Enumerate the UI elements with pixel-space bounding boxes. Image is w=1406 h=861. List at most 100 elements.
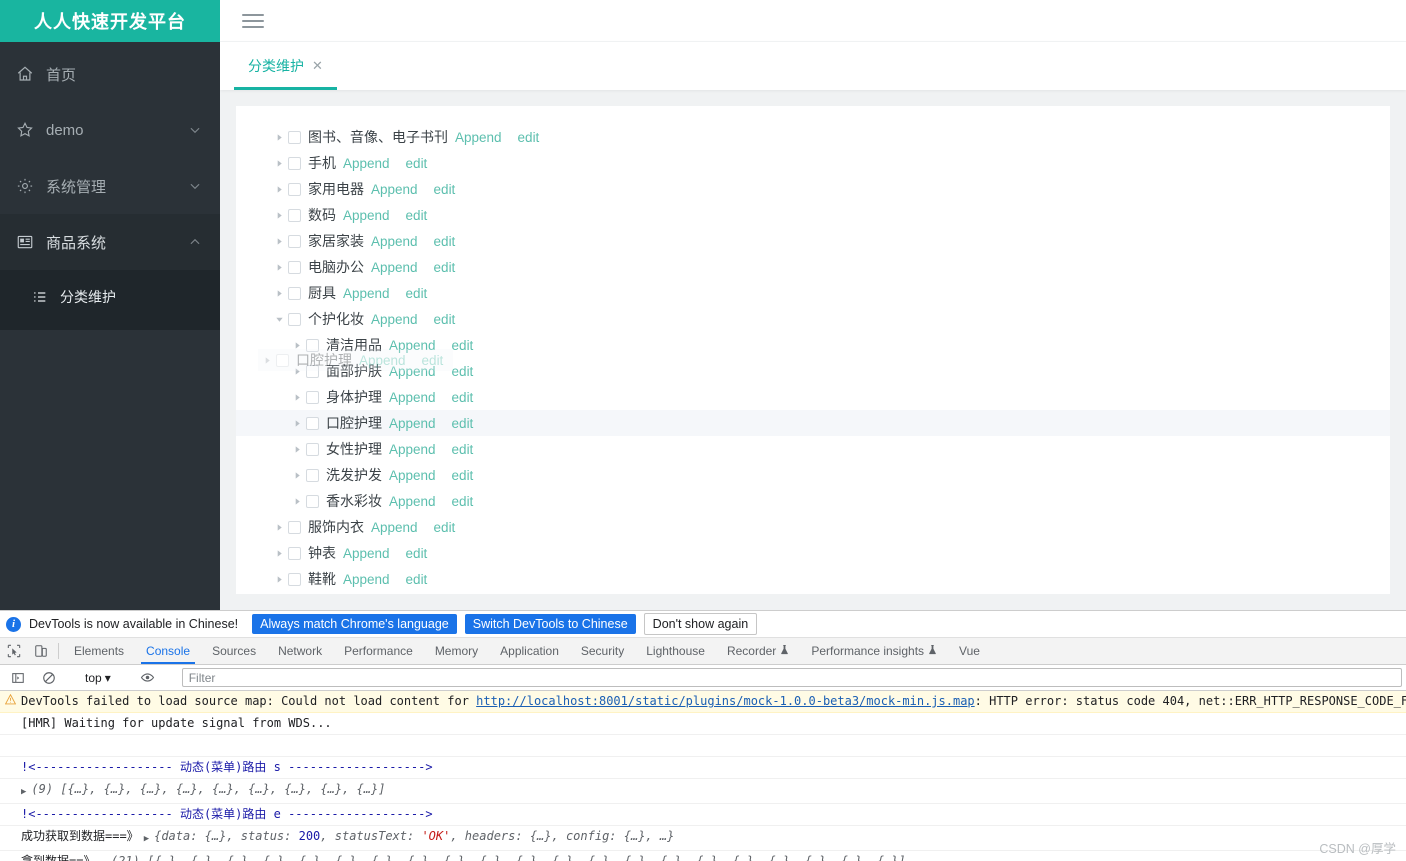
node-checkbox[interactable] xyxy=(288,182,301,196)
devtools-tab-sources[interactable]: Sources xyxy=(201,638,267,664)
edit-link[interactable]: edit xyxy=(452,468,474,483)
tree-node[interactable]: 口腔护理 Append edit xyxy=(236,410,1390,436)
tree-node[interactable]: 鞋靴 Append edit xyxy=(236,566,1390,592)
append-link[interactable]: Append xyxy=(343,208,390,223)
tree-node[interactable]: 家居家装 Append edit xyxy=(236,228,1390,254)
node-checkbox[interactable] xyxy=(306,494,319,508)
node-checkbox[interactable] xyxy=(288,312,301,326)
node-checkbox[interactable] xyxy=(306,416,319,430)
tree-node[interactable]: 钟表 Append edit xyxy=(236,540,1390,566)
hamburger-icon[interactable] xyxy=(242,12,264,30)
sidebar-item-category-maintenance[interactable]: 分类维护 xyxy=(0,272,220,322)
caret-right-icon[interactable] xyxy=(270,124,288,150)
append-link[interactable]: Append xyxy=(343,156,390,171)
sidebar-item-goods[interactable]: 商品系统 xyxy=(0,214,220,270)
node-checkbox[interactable] xyxy=(306,338,319,352)
caret-right-icon[interactable] xyxy=(270,228,288,254)
inspect-element-icon[interactable] xyxy=(0,638,27,664)
append-link[interactable]: Append xyxy=(389,338,436,353)
append-link[interactable]: Append xyxy=(389,494,436,509)
console-log-row[interactable]: DevTools failed to load source map: Coul… xyxy=(0,691,1406,713)
edit-link[interactable]: edit xyxy=(406,208,428,223)
tree-node[interactable]: 女性护理 Append edit xyxy=(236,436,1390,462)
dont-show-again-button[interactable]: Don't show again xyxy=(643,613,758,635)
live-expression-eye-icon[interactable] xyxy=(134,670,161,685)
append-link[interactable]: Append xyxy=(371,182,418,197)
caret-right-icon[interactable] xyxy=(288,462,306,488)
node-checkbox[interactable] xyxy=(306,364,319,378)
edit-link[interactable]: edit xyxy=(434,234,456,249)
console-log-row[interactable]: 成功获取到数据===》 ▶ {data: {…}, status: 200, sta… xyxy=(0,826,1406,851)
append-link[interactable]: Append xyxy=(371,312,418,327)
tree-node[interactable]: 洗发护发 Append edit xyxy=(236,462,1390,488)
append-link[interactable]: Append xyxy=(389,390,436,405)
caret-right-icon[interactable] xyxy=(270,540,288,566)
edit-link[interactable]: edit xyxy=(518,130,540,145)
sidebar-item-system[interactable]: 系统管理 xyxy=(0,158,220,214)
console-log-row[interactable] xyxy=(0,735,1406,757)
node-checkbox[interactable] xyxy=(306,442,319,456)
node-checkbox[interactable] xyxy=(306,468,319,482)
edit-link[interactable]: edit xyxy=(406,286,428,301)
node-checkbox[interactable] xyxy=(288,520,301,534)
node-checkbox[interactable] xyxy=(288,260,301,274)
caret-right-icon[interactable] xyxy=(288,410,306,436)
execution-context-selector[interactable]: top ▾ xyxy=(79,671,117,685)
edit-link[interactable]: edit xyxy=(406,546,428,561)
sidebar-item-demo[interactable]: demo xyxy=(0,102,220,158)
devtools-tab-recorder[interactable]: Recorder xyxy=(716,638,800,664)
append-link[interactable]: Append xyxy=(371,260,418,275)
caret-right-icon[interactable] xyxy=(288,436,306,462)
caret-right-icon[interactable] xyxy=(270,176,288,202)
caret-right-icon[interactable] xyxy=(288,332,306,358)
tree-node[interactable]: 家用电器 Append edit xyxy=(236,176,1390,202)
append-link[interactable]: Append xyxy=(371,520,418,535)
append-link[interactable]: Append xyxy=(455,130,502,145)
devtools-tab-console[interactable]: Console xyxy=(135,638,201,664)
always-match-language-button[interactable]: Always match Chrome's language xyxy=(252,614,457,634)
node-checkbox[interactable] xyxy=(288,156,301,170)
append-link[interactable]: Append xyxy=(371,234,418,249)
node-checkbox[interactable] xyxy=(288,130,301,144)
tree-node[interactable]: 个护化妆 Append edit xyxy=(236,306,1390,332)
devtools-tab-memory[interactable]: Memory xyxy=(424,638,489,664)
close-icon[interactable]: ✕ xyxy=(312,59,323,72)
tree-node[interactable]: 图书、音像、电子书刊 Append edit xyxy=(236,124,1390,150)
devtools-tab-elements[interactable]: Elements xyxy=(63,638,135,664)
node-checkbox[interactable] xyxy=(288,546,301,560)
devtools-tab-application[interactable]: Application xyxy=(489,638,570,664)
edit-link[interactable]: edit xyxy=(434,520,456,535)
tree-node[interactable]: 厨具 Append edit xyxy=(236,280,1390,306)
caret-right-icon[interactable] xyxy=(270,202,288,228)
edit-link[interactable]: edit xyxy=(406,572,428,587)
tree-node[interactable]: 面部护肤 Append edit xyxy=(236,358,1390,384)
console-output[interactable]: DevTools failed to load source map: Coul… xyxy=(0,691,1406,861)
node-checkbox[interactable] xyxy=(288,234,301,248)
console-log-row[interactable]: 拿到数据==》 ▶ (21) [{…}, {…}, {…}, {…}, {…}, {… xyxy=(0,851,1406,861)
caret-right-icon[interactable] xyxy=(288,488,306,514)
append-link[interactable]: Append xyxy=(343,572,390,587)
edit-link[interactable]: edit xyxy=(406,156,428,171)
edit-link[interactable]: edit xyxy=(434,182,456,197)
devtools-tab-performance[interactable]: Performance xyxy=(333,638,424,664)
expand-arrow-icon[interactable]: ▶ xyxy=(100,854,105,861)
edit-link[interactable]: edit xyxy=(452,338,474,353)
caret-right-icon[interactable] xyxy=(270,566,288,592)
append-link[interactable]: Append xyxy=(389,468,436,483)
tree-node[interactable]: 身体护理 Append edit xyxy=(236,384,1390,410)
clear-console-icon[interactable] xyxy=(35,671,62,685)
edit-link[interactable]: edit xyxy=(452,416,474,431)
device-toolbar-icon[interactable] xyxy=(27,638,54,664)
console-log-row[interactable]: ▶ (9) [{…}, {…}, {…}, {…}, {…}, {…}, {…},… xyxy=(0,779,1406,804)
devtools-tab-performance-insights[interactable]: Performance insights xyxy=(800,638,948,664)
append-link[interactable]: Append xyxy=(389,364,436,379)
devtools-tab-security[interactable]: Security xyxy=(570,638,635,664)
append-link[interactable]: Append xyxy=(389,442,436,457)
console-log-row[interactable]: !<------------------- 动态(菜单)路由 s -------… xyxy=(0,757,1406,779)
edit-link[interactable]: edit xyxy=(452,442,474,457)
console-log-row[interactable]: !<------------------- 动态(菜单)路由 e -------… xyxy=(0,804,1406,826)
node-checkbox[interactable] xyxy=(288,208,301,222)
devtools-tab-network[interactable]: Network xyxy=(267,638,333,664)
console-sidebar-toggle-icon[interactable] xyxy=(4,671,31,685)
switch-devtools-language-button[interactable]: Switch DevTools to Chinese xyxy=(464,614,636,634)
